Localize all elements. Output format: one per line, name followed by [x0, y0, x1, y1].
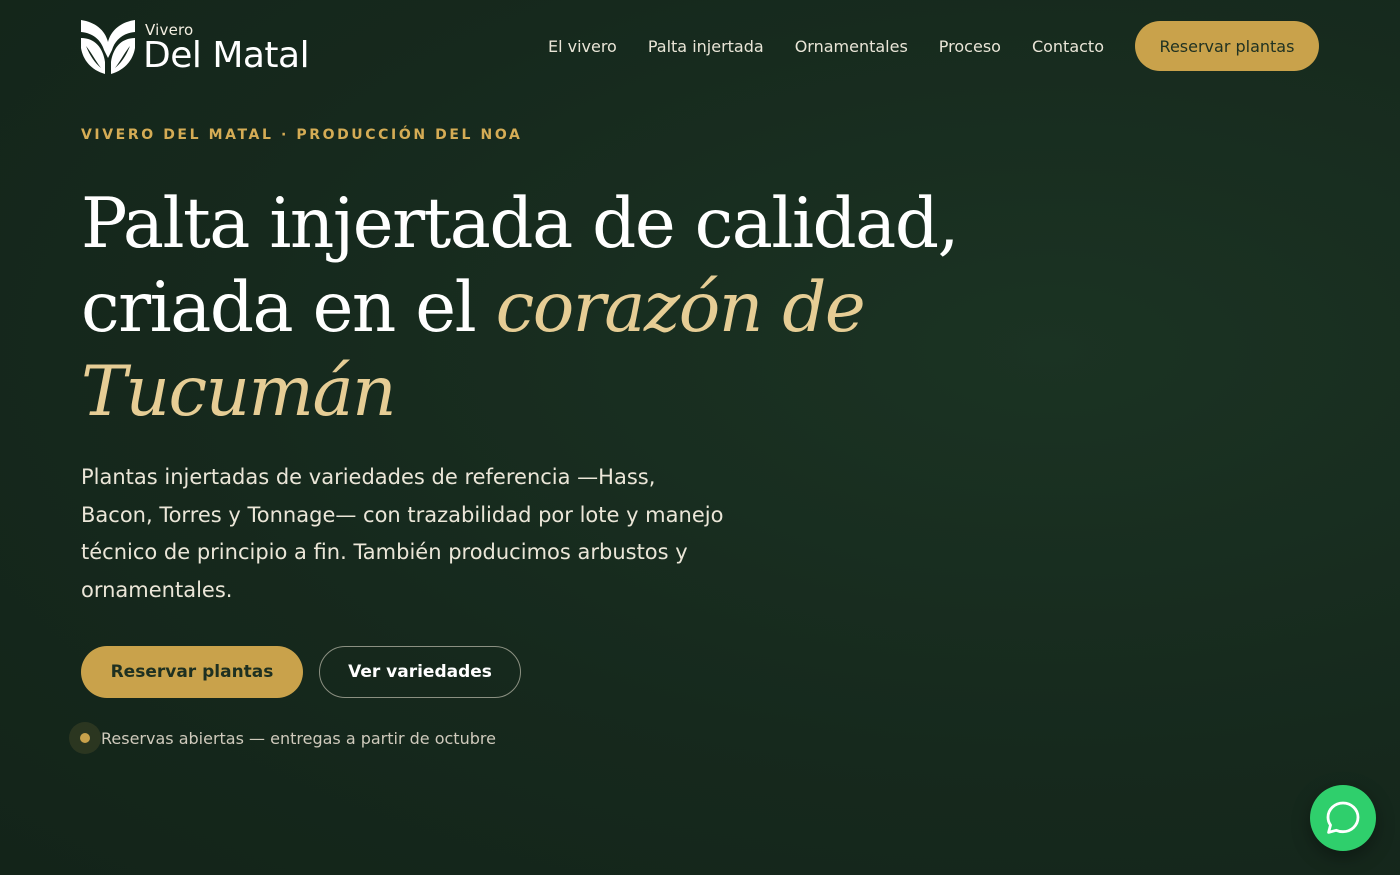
headline-line-3-accent: Tucumán	[81, 352, 397, 432]
nav-link-el-vivero[interactable]: El vivero	[548, 37, 617, 56]
main-nav: El vivero Palta injertada Ornamentales P…	[548, 21, 1319, 71]
site-header: Vivero Del Matal El vivero Palta injerta…	[81, 18, 1319, 76]
nav-link-ornamentales[interactable]: Ornamentales	[795, 37, 908, 56]
hero-headline: Palta injertada de calidad, criada en el…	[81, 182, 959, 434]
reserve-plants-button[interactable]: Reservar plantas	[81, 646, 303, 698]
brand-logo-link[interactable]: Vivero Del Matal	[81, 18, 313, 76]
landing-page: Vivero Del Matal El vivero Palta injerta…	[0, 0, 1400, 875]
reservation-status: Reservas abiertas — entregas a partir de…	[69, 722, 496, 754]
hero-cta-row: Reservar plantas Ver variedades	[81, 646, 521, 698]
status-dot-icon	[69, 722, 101, 754]
nav-link-proceso[interactable]: Proceso	[939, 37, 1001, 56]
headline-line-2: criada en el corazón de	[81, 266, 901, 350]
hero-eyebrow: VIVERO DEL MATAL · PRODUCCIÓN DEL NOA	[81, 127, 523, 143]
headline-line-1: Palta injertada de calidad,	[81, 184, 959, 264]
brand-name: Del Matal	[143, 35, 310, 76]
headline-line-3: Tucumán	[81, 350, 901, 434]
brand-wordmark: Vivero Del Matal	[143, 18, 313, 76]
status-text: Reservas abiertas — entregas a partir de…	[101, 728, 496, 748]
headline-line-2-plain: criada en el	[81, 268, 496, 348]
leaf-logo-icon	[81, 20, 135, 74]
header-reserve-button[interactable]: Reservar plantas	[1135, 21, 1319, 71]
view-varieties-button[interactable]: Ver variedades	[319, 646, 521, 698]
chat-button[interactable]	[1310, 785, 1376, 851]
hero-description: Plantas injertadas de variedades de refe…	[81, 465, 724, 602]
chat-bubble-icon	[1326, 801, 1360, 834]
nav-link-palta-injertada[interactable]: Palta injertada	[648, 37, 764, 56]
nav-link-contacto[interactable]: Contacto	[1032, 37, 1104, 56]
headline-line-2-accent: corazón de	[495, 268, 866, 348]
